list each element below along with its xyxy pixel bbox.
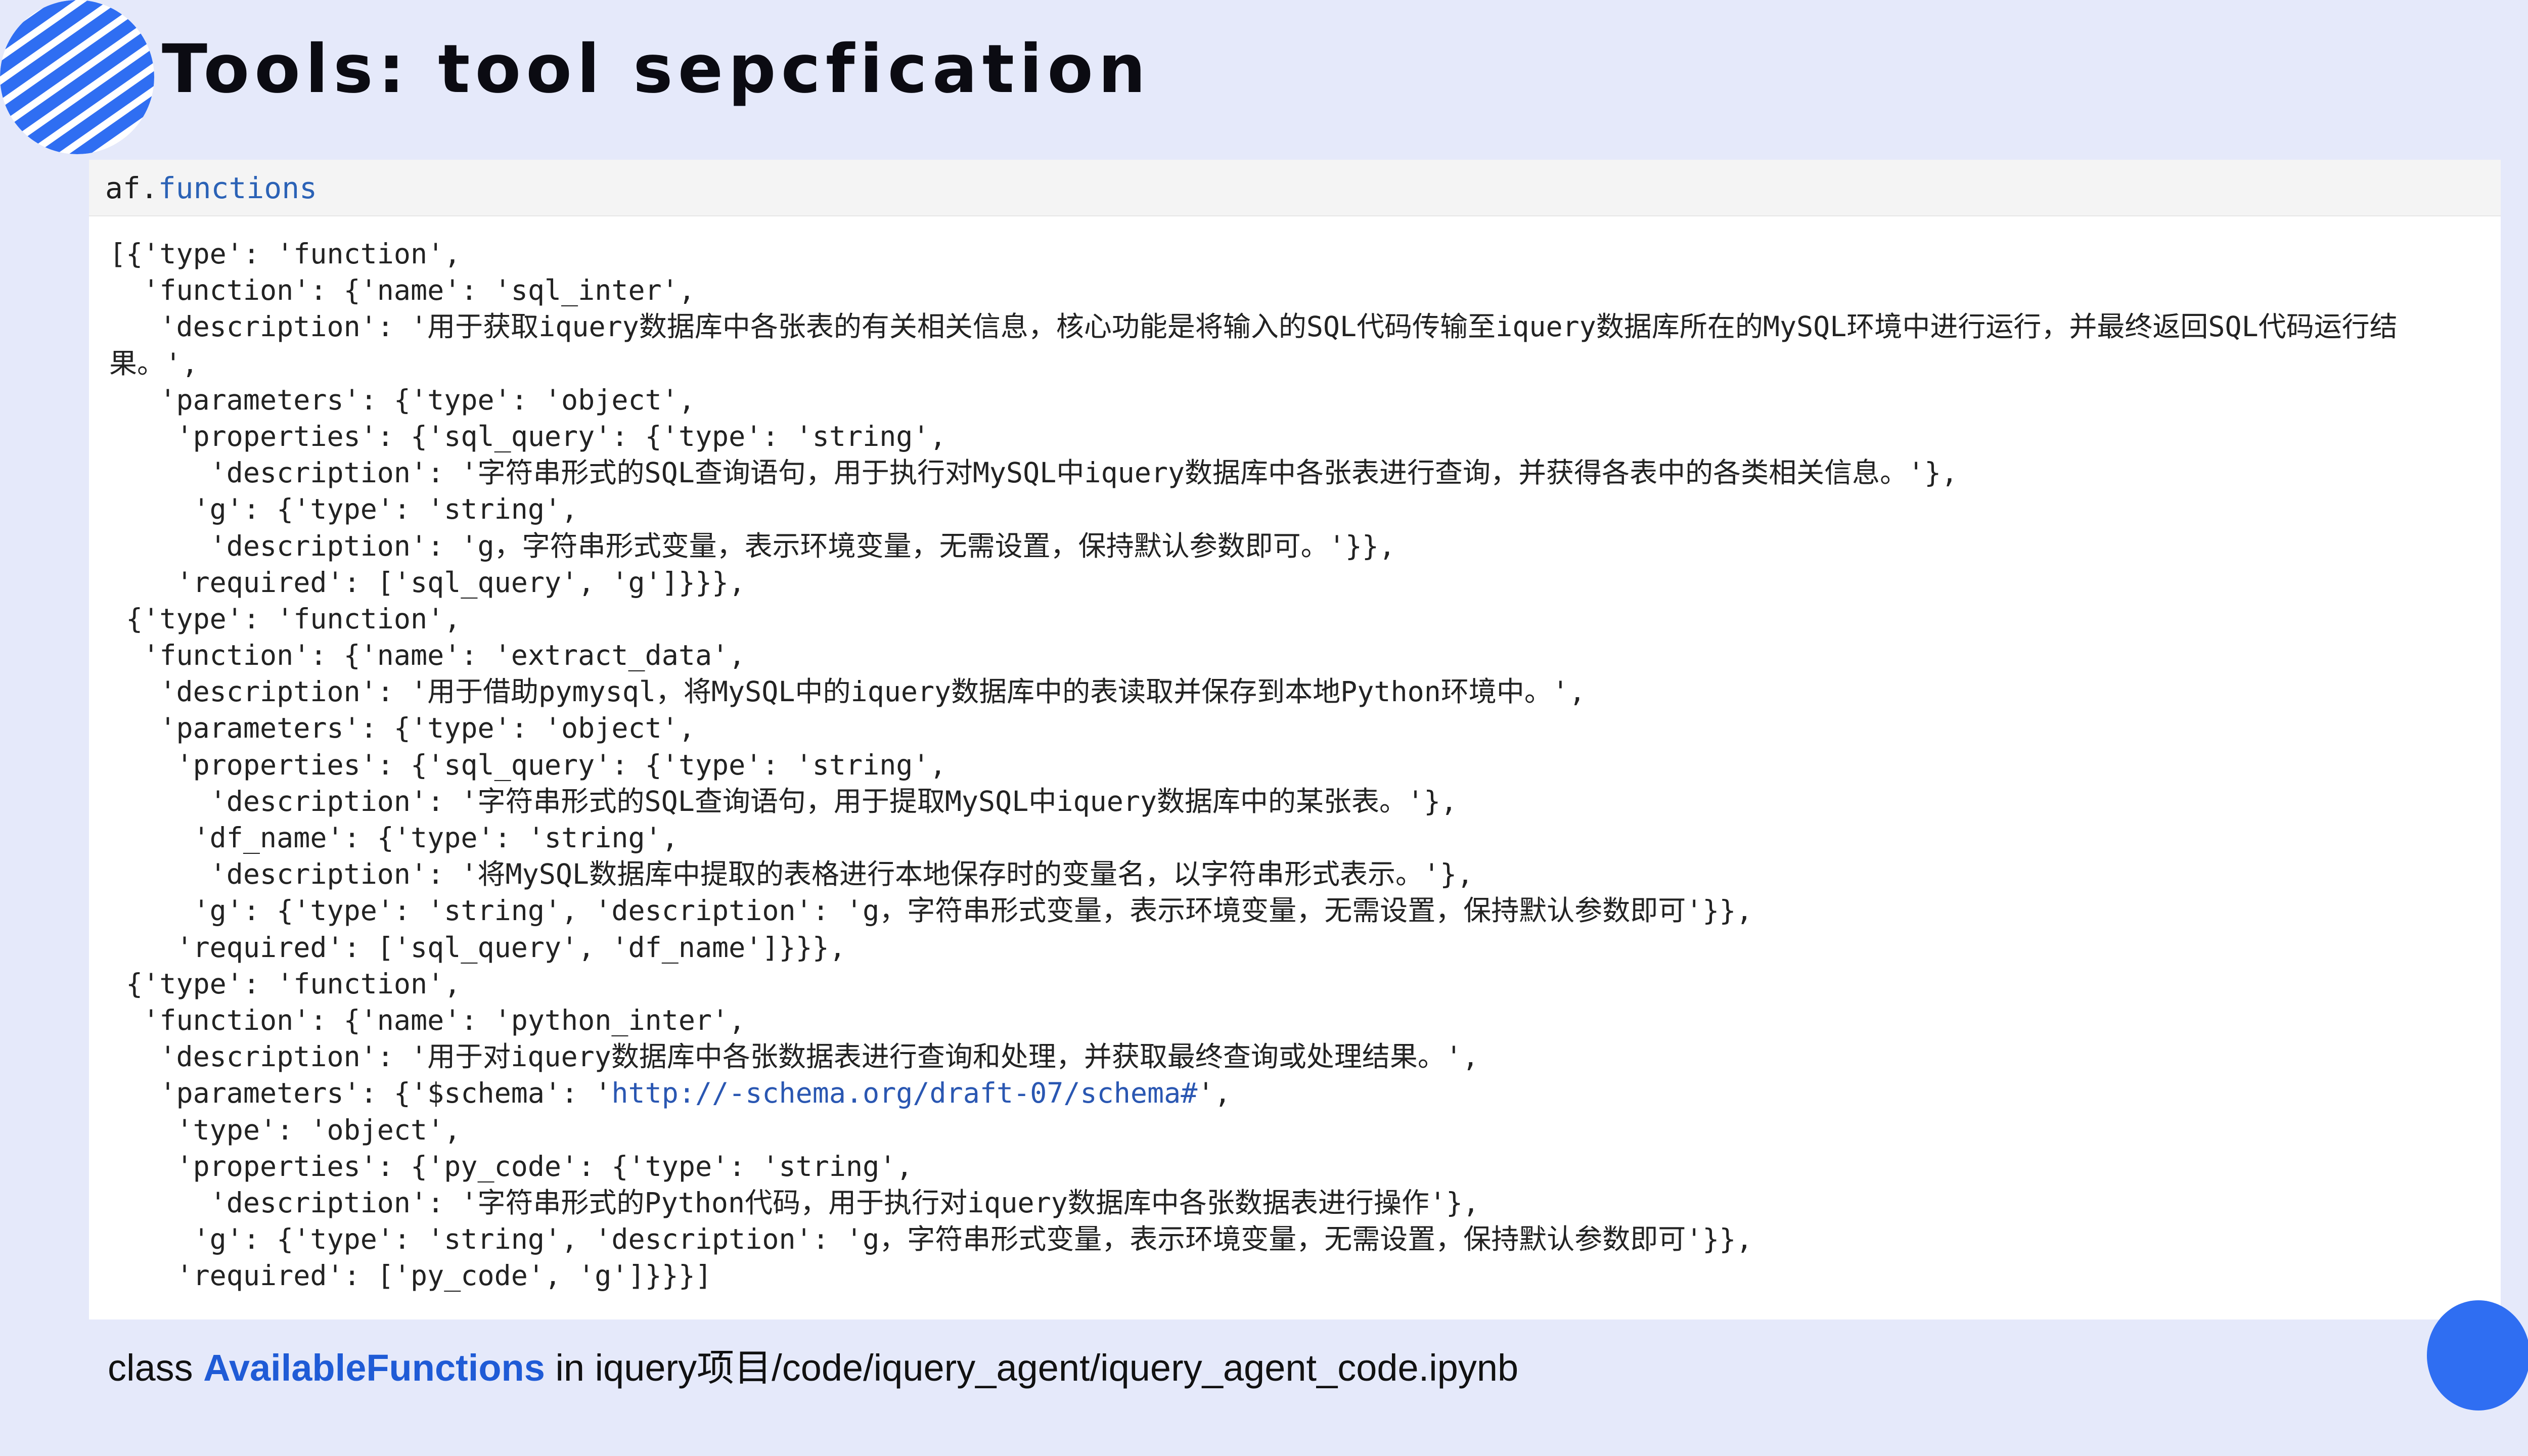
code-output-line: 'required': ['sql_query', 'df_name']}}}, bbox=[109, 931, 846, 964]
code-output-line: {'type': 'function', bbox=[109, 602, 461, 635]
code-output-line: 果。', bbox=[109, 347, 199, 380]
schema-link[interactable]: http://-schema.org/draft-07/schema# bbox=[611, 1077, 1197, 1109]
code-output-line: 'parameters': {'type': 'object', bbox=[109, 383, 695, 416]
code-output-line: 'g': {'type': 'string', 'description': '… bbox=[109, 1223, 1753, 1256]
code-output-line: 'properties': {'sql_query': {'type': 'st… bbox=[109, 748, 946, 781]
code-output-line: 'description': '字符串形式的SQL查询语句，用于执行对MySQL… bbox=[109, 457, 1958, 489]
code-output-line: 'properties': {'py_code': {'type': 'stri… bbox=[109, 1150, 913, 1182]
code-input-attribute: functions bbox=[158, 171, 318, 205]
code-output-line: 'properties': {'sql_query': {'type': 'st… bbox=[109, 420, 946, 452]
code-output-text: 'parameters': {'$schema': ' bbox=[109, 1077, 612, 1110]
caption-suffix: in iquery项目/code/iquery_agent/iquery_age… bbox=[545, 1347, 1519, 1389]
code-output-line: 'required': ['sql_query', 'g']}}}, bbox=[109, 566, 746, 599]
code-input-object: af bbox=[105, 171, 141, 205]
code-input: af.functions bbox=[105, 168, 317, 208]
code-output-line: 'description': '字符串形式的SQL查询语句，用于提取MySQL中… bbox=[109, 785, 1458, 817]
code-output-line: 'description': '用于借助pymysql，将MySQL中的ique… bbox=[109, 675, 1586, 708]
code-output-text: ', bbox=[1197, 1077, 1231, 1110]
code-output-line: 'parameters': {'type': 'object', bbox=[109, 712, 695, 745]
code-output-line: 'type': 'object', bbox=[109, 1113, 461, 1146]
decorative-blue-circle-large bbox=[2427, 1300, 2528, 1410]
code-output-line: 'description': '字符串形式的Python代码，用于执行对ique… bbox=[109, 1186, 1480, 1219]
code-output-line: {'type': 'function', bbox=[109, 967, 461, 1000]
code-output-line: 'function': {'name': 'python_inter', bbox=[109, 1004, 746, 1036]
slide-title: Tools: tool sepcfication bbox=[162, 30, 1151, 108]
code-output-line: 'g': {'type': 'string', bbox=[109, 493, 578, 526]
code-output-line: [{'type': 'function', bbox=[109, 238, 461, 270]
slide-caption: class AvailableFunctions in iquery项目/cod… bbox=[108, 1345, 1518, 1391]
code-output-line: 'g': {'type': 'string', 'description': '… bbox=[109, 894, 1753, 927]
code-output: [{'type': 'function', 'function': {'name… bbox=[109, 236, 2398, 1294]
code-output-line: 'description': '用于对iquery数据库中各张数据表进行查询和处… bbox=[109, 1040, 1479, 1073]
code-input-cell[interactable]: af.functions bbox=[89, 160, 2501, 216]
code-output-line: 'description': '将MySQL数据库中提取的表格进行本地保存时的变… bbox=[109, 858, 1474, 891]
code-output-line: 'required': ['py_code', 'g']}}}] bbox=[109, 1259, 712, 1292]
code-output-line: 'df_name': {'type': 'string', bbox=[109, 822, 679, 854]
caption-class-name: AvailableFunctions bbox=[203, 1347, 545, 1389]
code-input-separator: . bbox=[140, 171, 158, 205]
code-output-line: 'description': 'g，字符串形式变量，表示环境变量，无需设置，保持… bbox=[109, 529, 1396, 562]
code-output-line: 'function': {'name': 'sql_inter', bbox=[109, 274, 695, 307]
code-output-line-schema: 'parameters': {'$schema': 'http://-schem… bbox=[109, 1075, 2398, 1111]
notebook-panel: af.functions [{'type': 'function', 'func… bbox=[89, 160, 2501, 1320]
caption-prefix: class bbox=[108, 1347, 204, 1389]
code-output-line: 'description': '用于获取iquery数据库中各张表的有关相关信息… bbox=[109, 310, 2398, 343]
decorative-striped-circle bbox=[0, 0, 154, 154]
code-output-line: 'function': {'name': 'extract_data', bbox=[109, 639, 746, 672]
